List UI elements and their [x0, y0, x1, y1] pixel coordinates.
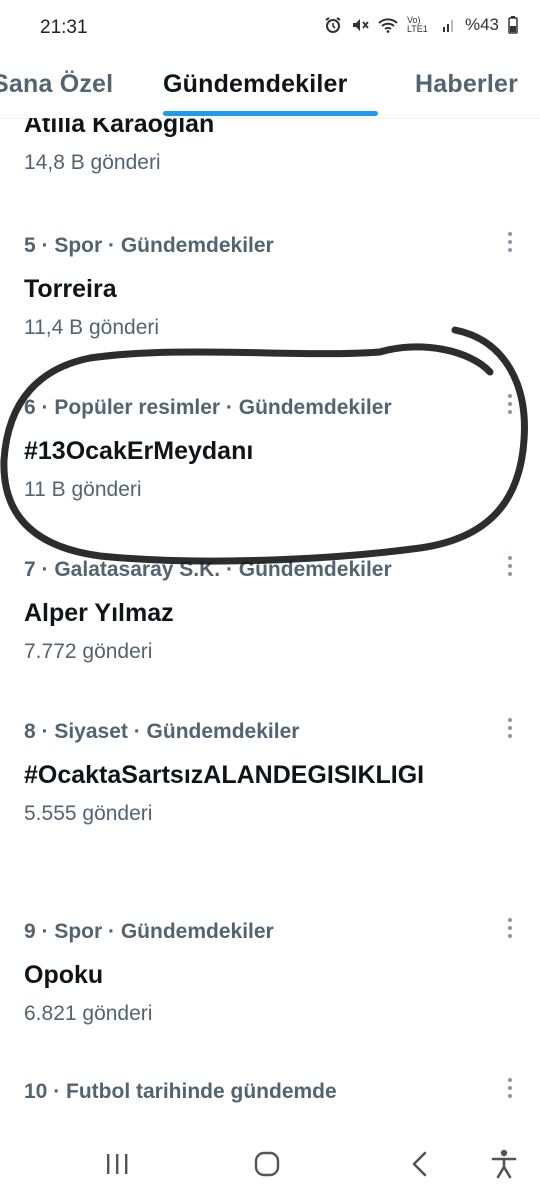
trend-item[interactable]: 8 · Siyaset · Gündemdekiler #OcaktaSarts… — [24, 719, 504, 827]
more-options-icon[interactable] — [506, 1078, 514, 1100]
trend-count: 5.555 gönderi — [24, 802, 153, 825]
more-options-icon[interactable] — [506, 918, 514, 940]
trend-count: 11,4 B gönderi — [24, 316, 160, 339]
more-options-icon[interactable] — [506, 718, 514, 740]
more-options-icon[interactable] — [506, 394, 514, 416]
lte-label: Vo) LTE1 — [406, 15, 428, 34]
trend-count: 11 B gönderi — [24, 478, 142, 501]
battery-label: %43 — [464, 15, 499, 34]
back-icon[interactable] — [400, 1146, 440, 1182]
recent-apps-icon[interactable] — [97, 1146, 137, 1182]
tab-bar: Sana Özel Gündemdekiler Haberler — [0, 56, 540, 119]
more-options-icon[interactable] — [506, 232, 514, 254]
alarm-icon — [324, 16, 342, 34]
trend-count: 14,8 B gönderi — [24, 151, 161, 174]
trend-meta: 8 · Siyaset · Gündemdekiler — [24, 720, 300, 743]
wifi-icon — [378, 17, 398, 33]
battery-icon — [508, 16, 518, 34]
trend-meta: 10 · Futbol tarihinde gündemde — [24, 1080, 337, 1103]
trend-meta: 6 · Popüler resimler · Gündemdekiler — [24, 396, 392, 419]
trends-feed[interactable]: Atilla Karaoğlan 14,8 B gönderi 5 · Spor… — [0, 118, 540, 1124]
tab-haberler[interactable]: Haberler — [415, 70, 518, 99]
trend-item[interactable]: 7 · Galatasaray S.K. · Gündemdekiler Alp… — [24, 557, 504, 665]
trend-item[interactable]: Atilla Karaoğlan 14,8 B gönderi — [24, 118, 504, 176]
trend-meta: 5 · Spor · Gündemdekiler — [24, 234, 274, 257]
trend-item[interactable]: 10 · Futbol tarihinde gündemde — [24, 1079, 504, 1105]
trend-count: 6.821 gönderi — [24, 1002, 153, 1025]
trend-title: Atilla Karaoğlan — [24, 118, 215, 138]
trend-title: Torreira — [24, 275, 117, 303]
trend-meta: 9 · Spor · Gündemdekiler — [24, 920, 274, 943]
trend-title: #13OcakErMeydanı — [24, 437, 254, 465]
system-navigation-bar — [0, 1124, 540, 1200]
trend-item[interactable]: 5 · Spor · Gündemdekiler Torreira 11,4 B… — [24, 233, 504, 341]
status-icons: Vo) LTE1 %43 — [324, 15, 518, 35]
trend-item[interactable]: 9 · Spor · Gündemdekiler Opoku 6.821 gön… — [24, 919, 504, 1027]
home-icon[interactable] — [247, 1146, 287, 1182]
mute-icon — [351, 16, 369, 34]
status-time: 21:31 — [40, 17, 88, 38]
accessibility-icon[interactable] — [484, 1146, 524, 1182]
trend-title: #OcaktaSartsızALANDEGISIKLIGI — [24, 761, 425, 789]
tab-sana-ozel[interactable]: Sana Özel — [0, 70, 113, 99]
more-options-icon[interactable] — [506, 556, 514, 578]
trend-title: Opoku — [24, 961, 104, 989]
active-tab-indicator — [163, 111, 378, 116]
trend-title: Alper Yılmaz — [24, 599, 174, 627]
trend-item[interactable]: 6 · Popüler resimler · Gündemdekiler #13… — [24, 395, 504, 503]
signal-icon — [442, 17, 456, 33]
status-bar: 21:31 Vo) LTE1 %43 — [0, 0, 540, 56]
trend-meta: 7 · Galatasaray S.K. · Gündemdekiler — [24, 558, 392, 581]
trend-count: 7.772 gönderi — [24, 640, 153, 663]
tab-gundemdekiler[interactable]: Gündemdekiler — [163, 70, 348, 99]
